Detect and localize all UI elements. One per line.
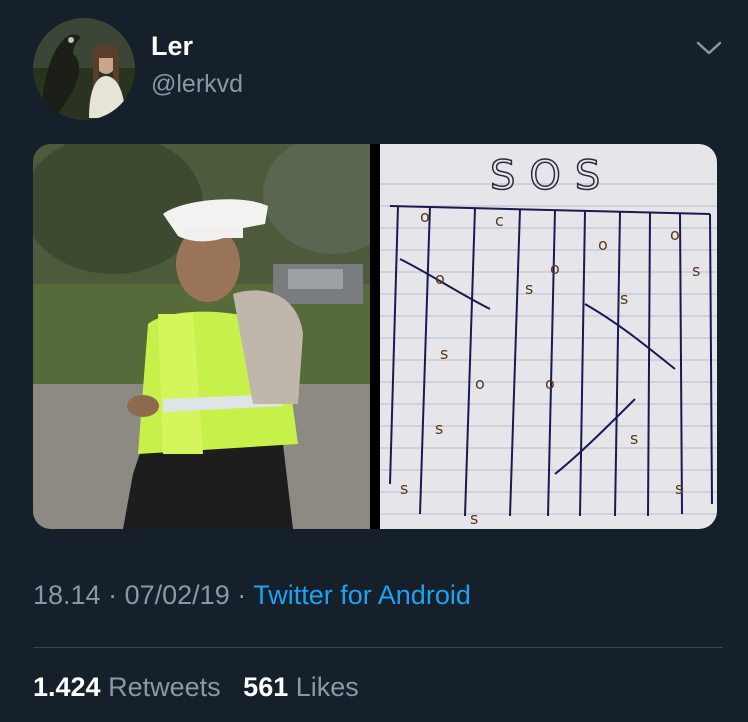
tweet-source-link[interactable]: Twitter for Android xyxy=(253,580,471,610)
svg-text:s: s xyxy=(630,429,638,448)
chevron-down-icon[interactable] xyxy=(695,38,723,58)
retweets-stat[interactable]: 1.424 Retweets xyxy=(33,672,221,702)
svg-text:o: o xyxy=(435,269,445,288)
meta-separator: · xyxy=(108,580,118,610)
svg-text:o: o xyxy=(598,235,608,254)
svg-text:o: o xyxy=(420,207,430,226)
svg-text:o: o xyxy=(475,374,485,393)
svg-text:s: s xyxy=(470,509,478,528)
sos-play-drawing[interactable]: SOS o co ooo sss so o sss ss xyxy=(380,144,717,529)
svg-text:s: s xyxy=(675,479,683,498)
tweet-date: 07/02/19 xyxy=(124,580,230,610)
user-handle[interactable]: @lerkvd xyxy=(151,70,243,99)
divider xyxy=(33,647,723,648)
svg-text:s: s xyxy=(435,419,443,438)
svg-text:s: s xyxy=(440,344,448,363)
retweets-count: 1.424 xyxy=(33,672,101,702)
svg-text:s: s xyxy=(620,289,628,308)
likes-stat[interactable]: 561 Likes xyxy=(243,672,359,702)
svg-text:s: s xyxy=(525,279,533,298)
svg-text:o: o xyxy=(545,374,555,393)
svg-text:o: o xyxy=(550,259,560,278)
tweet-time: 18.14 xyxy=(33,580,101,610)
drawing-title: SOS xyxy=(490,153,614,199)
avatar-image xyxy=(33,18,135,120)
likes-count: 561 xyxy=(243,672,289,702)
meta-separator: · xyxy=(237,580,247,610)
svg-text:s: s xyxy=(400,479,408,498)
svg-text:o: o xyxy=(670,225,680,244)
tweet-media[interactable]: SOS oco ooo sss soo sss ss xyxy=(33,144,717,529)
svg-text:c: c xyxy=(495,211,504,230)
tweet-metadata: 18.14 · 07/02/19 · Twitter for Android xyxy=(33,580,471,611)
likes-label: Likes xyxy=(295,672,359,702)
tweet-stats: 1.424 Retweets 561 Likes xyxy=(33,672,359,703)
avatar[interactable] xyxy=(33,18,135,120)
retweets-label: Retweets xyxy=(108,672,221,702)
svg-text:s: s xyxy=(692,261,700,280)
user-name[interactable]: Ler xyxy=(151,31,193,62)
police-officer-photo[interactable] xyxy=(33,144,370,529)
